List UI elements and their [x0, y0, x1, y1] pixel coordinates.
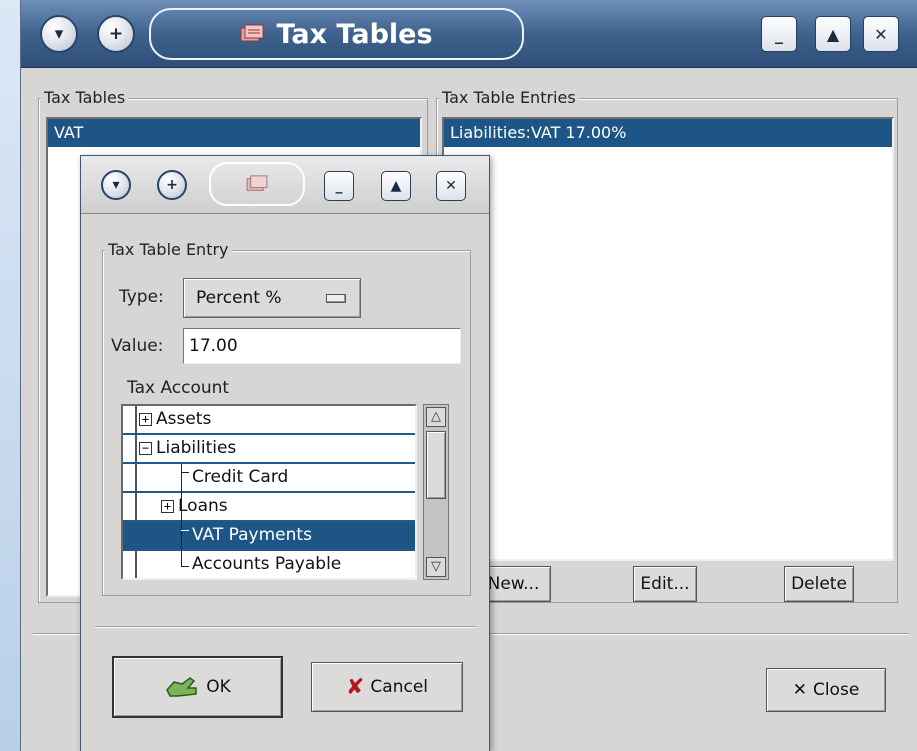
value-label: Value: — [111, 336, 164, 356]
cancel-button[interactable]: ✘ Cancel — [311, 662, 463, 712]
tree-connector-line — [181, 464, 182, 567]
dialog-maximize-button[interactable]: ▲ — [381, 171, 411, 201]
tax-table-entries-group-label: Tax Table Entries — [439, 88, 579, 107]
ok-hand-icon — [166, 677, 197, 697]
edit-button-label: Edit... — [640, 574, 690, 594]
cancel-button-label: Cancel — [370, 677, 429, 697]
chevron-down-icon: ▾ — [54, 24, 64, 44]
window-menu-button[interactable]: ▾ — [40, 15, 78, 53]
dialog-title-capsule — [209, 162, 305, 206]
dialog-shade-button[interactable]: + — [157, 170, 187, 200]
plus-icon: + — [166, 177, 178, 193]
dialog-close-button[interactable]: ✕ — [436, 171, 466, 201]
tree-row-liabilities[interactable]: − Liabilities — [123, 435, 415, 464]
tree-scrollbar[interactable]: △ ▽ — [423, 404, 449, 580]
tree-row-assets[interactable]: + Assets — [123, 406, 415, 435]
plus-icon: + — [108, 24, 124, 44]
window-titlebar[interactable]: ▾ + Tax Tables _ ▲ ✕ — [21, 0, 917, 68]
tree-row-label: Loans — [178, 496, 228, 516]
collapse-icon[interactable]: − — [139, 442, 152, 455]
scroll-down-arrow-icon[interactable]: ▽ — [426, 557, 446, 577]
tax-table-entry-dialog: ▾ + _ ▲ ✕ Tax Table Entry Type: Percent … — [80, 155, 490, 751]
minimize-icon: _ — [775, 24, 783, 44]
close-icon: ✕ — [792, 680, 807, 700]
type-value: Percent % — [196, 288, 282, 308]
tax-account-label: Tax Account — [127, 378, 230, 398]
tax-table-icon — [246, 175, 268, 191]
tax-table-entries-group: Tax Table Entries Liabilities:VAT 17.00% — [436, 88, 898, 603]
value-field[interactable] — [183, 328, 461, 364]
close-icon: ✕ — [874, 24, 888, 44]
window-shade-button[interactable]: + — [97, 15, 135, 53]
close-window-button[interactable]: ✕ — [863, 16, 899, 52]
maximize-icon: ▲ — [826, 24, 840, 44]
close-button[interactable]: ✕ Close — [766, 668, 886, 712]
scroll-up-arrow-icon[interactable]: △ — [426, 407, 446, 427]
tree-row-label: VAT Payments — [192, 525, 312, 545]
maximize-icon: ▲ — [390, 178, 402, 194]
edit-button[interactable]: Edit... — [633, 566, 697, 602]
list-item[interactable]: VAT — [48, 119, 420, 147]
tree-row-label: Credit Card — [192, 467, 289, 487]
minimize-icon: _ — [335, 178, 343, 194]
window-title: Tax Tables — [276, 18, 433, 50]
type-option-menu[interactable]: Percent % — [183, 278, 361, 318]
delete-button[interactable]: Delete — [784, 566, 854, 602]
dialog-menu-button[interactable]: ▾ — [101, 170, 131, 200]
maximize-button[interactable]: ▲ — [815, 16, 851, 52]
tax-table-entries-list[interactable]: Liabilities:VAT 17.00% — [442, 117, 894, 561]
cancel-icon: ✘ — [345, 674, 365, 700]
ok-button[interactable]: OK — [112, 656, 283, 718]
expand-icon[interactable]: + — [161, 500, 174, 513]
new-button-label: New... — [487, 574, 540, 594]
close-button-label: Close — [812, 680, 860, 700]
tree-connector-line — [181, 530, 189, 531]
window-title-capsule: Tax Tables — [149, 8, 524, 60]
type-label: Type: — [119, 287, 164, 307]
tax-tables-group-label: Tax Tables — [41, 88, 129, 107]
chevron-down-icon: ▾ — [112, 177, 120, 193]
scrollbar-thumb[interactable] — [426, 431, 446, 499]
dialog-titlebar[interactable]: ▾ + _ ▲ ✕ — [81, 156, 489, 214]
tree-row-label: Accounts Payable — [192, 554, 342, 574]
delete-button-label: Delete — [791, 574, 847, 594]
expand-icon[interactable]: + — [139, 413, 152, 426]
tree-row-label: Liabilities — [156, 438, 237, 458]
dialog-minimize-button[interactable]: _ — [324, 171, 354, 201]
tree-row-loans[interactable]: + Loans — [123, 493, 415, 522]
ok-button-label: OK — [206, 677, 231, 697]
tree-connector-line — [181, 566, 189, 567]
tree-row-accounts-payable[interactable]: Accounts Payable — [123, 551, 415, 578]
tax-table-icon — [240, 24, 264, 42]
tax-account-tree[interactable]: + Assets − Liabilities Credit Card + Loa… — [121, 404, 417, 580]
minimize-button[interactable]: _ — [761, 16, 797, 52]
tree-connector-line — [181, 472, 189, 473]
tax-table-entry-group-label: Tax Table Entry — [105, 240, 232, 259]
tree-row-label: Assets — [156, 409, 212, 429]
option-menu-indicator-icon — [326, 294, 346, 303]
list-item[interactable]: Liabilities:VAT 17.00% — [444, 119, 892, 147]
dialog-separator — [95, 626, 475, 628]
tree-row-vat-payments[interactable]: VAT Payments — [123, 522, 415, 551]
tree-row-credit-card[interactable]: Credit Card — [123, 464, 415, 493]
close-icon: ✕ — [445, 178, 457, 194]
